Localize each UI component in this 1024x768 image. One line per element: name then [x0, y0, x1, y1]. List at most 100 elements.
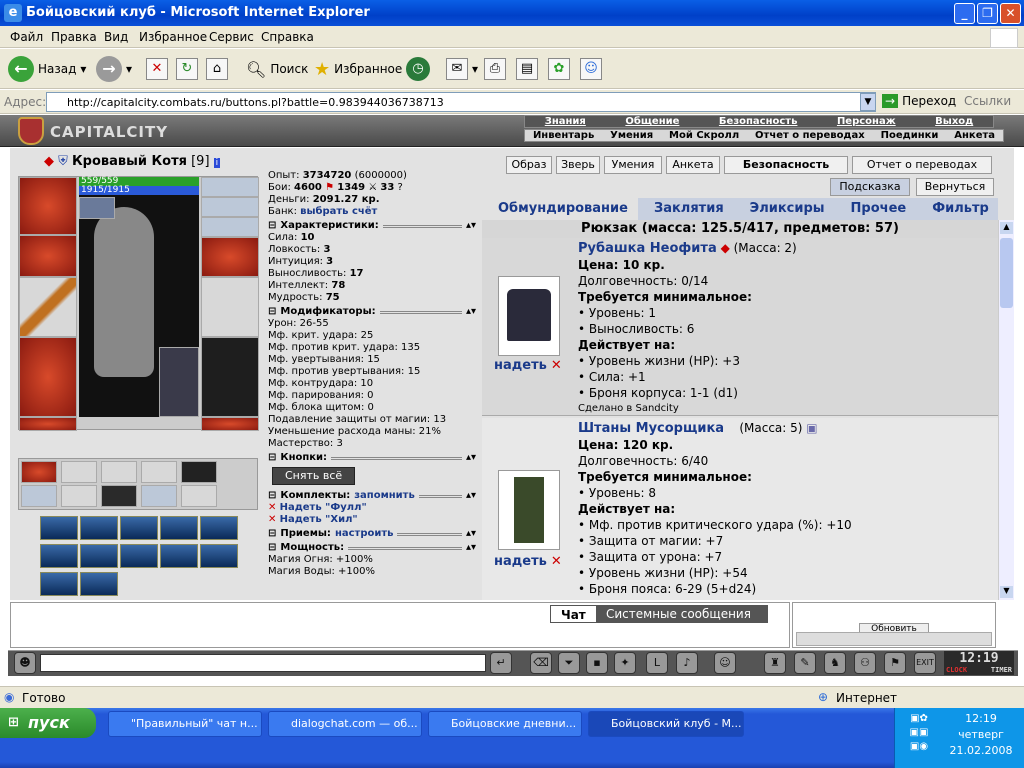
- edit-icon[interactable]: ✎: [794, 652, 816, 674]
- chat-mode-icon[interactable]: ☻: [14, 652, 36, 674]
- go-button[interactable]: → Переход: [882, 94, 956, 108]
- spell-slot[interactable]: [160, 544, 198, 568]
- nav-communication[interactable]: Общение: [625, 116, 679, 127]
- nav-skills[interactable]: Умения: [610, 130, 653, 141]
- shield-slot[interactable]: [201, 277, 259, 337]
- tab-filter[interactable]: Фильтр: [916, 198, 999, 220]
- weapon-left-slot[interactable]: [19, 277, 77, 337]
- spell-slot[interactable]: [200, 544, 238, 568]
- scroll-up-icon[interactable]: ▲: [1000, 222, 1013, 234]
- exit-icon[interactable]: EXIT: [914, 652, 936, 674]
- fight-icon[interactable]: ✦: [614, 652, 636, 674]
- spell-slot[interactable]: [40, 516, 78, 540]
- earrings-slot[interactable]: [201, 177, 259, 197]
- refresh-button[interactable]: ↻: [176, 55, 198, 83]
- sunglasses-icon[interactable]: [181, 461, 217, 483]
- section-modifiers[interactable]: ⊟ Модификаторы: ▴▾: [268, 306, 476, 318]
- taskbar-item-active[interactable]: Бойцовский клуб - M...: [588, 711, 744, 737]
- spell-slot[interactable]: [80, 544, 118, 568]
- helmet-slot[interactable]: [19, 177, 77, 235]
- spell-slot[interactable]: [40, 572, 78, 596]
- info-icon[interactable]: i: [213, 158, 221, 168]
- translit-icon[interactable]: L: [646, 652, 668, 674]
- bracers-slot[interactable]: [19, 235, 77, 277]
- menu-help[interactable]: Справка: [261, 30, 314, 44]
- stop-button[interactable]: ✕: [146, 55, 168, 83]
- wear-link[interactable]: надеть ✕: [494, 554, 562, 569]
- pocket-slot[interactable]: [21, 485, 57, 507]
- nav-exit[interactable]: Выход: [935, 116, 973, 127]
- pocket-slot[interactable]: [21, 461, 57, 483]
- pet-cat-icon[interactable]: [159, 347, 199, 417]
- nav-character[interactable]: Персонаж: [837, 116, 896, 127]
- boots-slot[interactable]: [201, 417, 259, 431]
- item-scrollbar[interactable]: ▲ ▼: [998, 220, 1014, 600]
- mail-button[interactable]: ✉ ▾: [446, 55, 478, 83]
- pocket-slot[interactable]: [101, 461, 137, 483]
- filter-icon[interactable]: ⏷: [558, 652, 580, 674]
- set-item[interactable]: ✕ Надеть "Фулл": [268, 502, 476, 514]
- tab-other[interactable]: Прочее: [835, 198, 917, 220]
- remove-all-button[interactable]: Снять всё: [272, 467, 356, 485]
- spell-slot[interactable]: [160, 516, 198, 540]
- configure-moves-link[interactable]: настроить: [335, 528, 394, 540]
- skills-button[interactable]: Умения: [604, 156, 662, 174]
- spell-slot[interactable]: [40, 544, 78, 568]
- clan-chat-icon[interactable]: ♜: [764, 652, 786, 674]
- pocket-slot[interactable]: [181, 485, 217, 507]
- menu-view[interactable]: Вид: [104, 30, 128, 44]
- history-button[interactable]: ◷: [406, 55, 430, 83]
- nav-knowledge[interactable]: Знания: [545, 116, 586, 127]
- rings-slot[interactable]: [201, 217, 259, 237]
- forward-button[interactable]: → ▾: [96, 55, 132, 83]
- tab-spells[interactable]: Заклятия: [638, 198, 734, 220]
- address-input[interactable]: http://capitalcity.combats.ru/buttons.pl…: [46, 92, 876, 112]
- sound-icon[interactable]: ♪: [676, 652, 698, 674]
- messenger-button[interactable]: ☺: [580, 55, 602, 83]
- spell-slot[interactable]: [200, 516, 238, 540]
- pocket-slot[interactable]: [61, 485, 97, 507]
- links-button[interactable]: Ссылки: [964, 94, 1011, 108]
- section-buttons[interactable]: ⊟ Кнопки: ▴▾: [268, 452, 476, 464]
- close-button[interactable]: ✕: [1000, 3, 1021, 24]
- return-button[interactable]: Вернуться: [916, 178, 994, 196]
- transfer-report-button[interactable]: Отчет о переводах: [852, 156, 992, 174]
- wear-link[interactable]: надеть ✕: [494, 358, 562, 373]
- menu-tools[interactable]: Сервис: [209, 30, 254, 44]
- tab-chat[interactable]: Чат: [550, 605, 597, 623]
- nav-my-scroll[interactable]: Мой Скролл: [669, 130, 739, 141]
- delete-icon[interactable]: ✕: [551, 358, 562, 373]
- address-dropdown-icon[interactable]: ▼: [860, 93, 876, 111]
- taskbar-item[interactable]: dialogchat.com — об...: [268, 711, 422, 737]
- spell-slot[interactable]: [80, 572, 118, 596]
- nav-inventory[interactable]: Инвентарь: [533, 130, 594, 141]
- menu-favorites[interactable]: Избранное: [139, 30, 207, 44]
- scroll-down-icon[interactable]: ▼: [1000, 586, 1013, 598]
- spell-slot[interactable]: [80, 516, 118, 540]
- chat-message-input[interactable]: [40, 654, 486, 672]
- edit-button[interactable]: ▤: [516, 55, 538, 83]
- search-button[interactable]: 🔍︎ Поиск: [246, 55, 308, 83]
- bank-select-link[interactable]: выбрать счёт: [300, 206, 377, 217]
- amulet-slot[interactable]: [201, 197, 259, 217]
- tab-elixirs[interactable]: Эликсиры: [734, 198, 835, 220]
- delete-icon[interactable]: ✕: [268, 514, 276, 525]
- section-sets[interactable]: ⊟ Комплекты: запомнить ▴▾: [268, 490, 476, 502]
- save-icon[interactable]: ▪: [586, 652, 608, 674]
- pet-button[interactable]: Зверь: [556, 156, 600, 174]
- print-button[interactable]: ⎙: [484, 55, 506, 83]
- pocket-slot[interactable]: [141, 461, 177, 483]
- pants-slot[interactable]: [201, 337, 259, 417]
- image-button[interactable]: Образ: [506, 156, 552, 174]
- nav-security[interactable]: Безопасность: [719, 116, 798, 127]
- maximize-button[interactable]: ❐: [977, 3, 998, 24]
- section-power[interactable]: ⊟ Мощность: ▴▾: [268, 542, 476, 554]
- security-button[interactable]: Безопасность: [724, 156, 848, 174]
- home-button[interactable]: ⌂: [206, 55, 228, 83]
- hint-button[interactable]: Подсказка: [830, 178, 910, 196]
- nav-fights[interactable]: Поединки: [881, 130, 939, 141]
- taskbar-item[interactable]: Бойцовские дневни...: [428, 711, 582, 737]
- flag-icon[interactable]: ⚑: [884, 652, 906, 674]
- smiles-icon[interactable]: ☺: [714, 652, 736, 674]
- delete-icon[interactable]: ✕: [268, 502, 276, 513]
